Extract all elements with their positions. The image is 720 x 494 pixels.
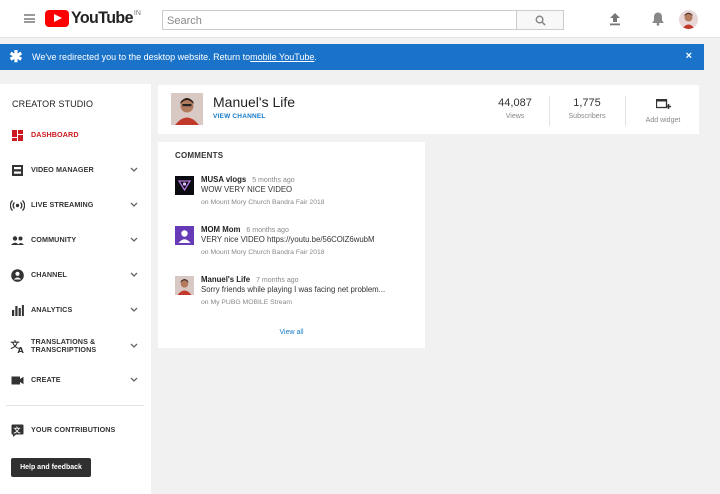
add-widget-icon (655, 98, 671, 109)
svg-text:A: A (18, 346, 25, 354)
comment-video-link[interactable]: on Mount Mory Church Bandra Fair 2018 (201, 199, 325, 206)
comment-author-line: MOM Mom 6 months ago (201, 225, 289, 234)
comment-item: MUSA vlogs 5 months ago WOW VERY NICE VID… (175, 175, 415, 215)
chevron-down-icon (130, 377, 138, 382)
sidebar-item-create[interactable]: CREATE (0, 370, 151, 390)
comment-item: MOM Mom 6 months ago VERY nice VIDEO http… (175, 225, 415, 265)
help-and-feedback-button[interactable]: Help and feedback (11, 458, 91, 477)
contributions-icon: 文 (11, 424, 24, 437)
logo-text: YouTube (71, 9, 133, 28)
sidebar: CREATOR STUDIO DASHBOARD VIDEO MANAGER L… (0, 84, 151, 494)
view-channel-link[interactable]: VIEW CHANNEL (213, 113, 266, 120)
hamburger-menu-icon[interactable] (24, 14, 35, 23)
add-widget-label: Add widget (645, 117, 681, 124)
youtube-play-icon (45, 10, 69, 27)
chevron-down-icon (130, 343, 138, 348)
add-widget-button[interactable]: Add widget (634, 97, 692, 124)
sidebar-item-video-manager[interactable]: VIDEO MANAGER (0, 160, 151, 180)
sidebar-item-contributions[interactable]: 文 YOUR CONTRIBUTIONS (0, 420, 151, 440)
upload-icon[interactable] (608, 12, 622, 26)
comment-text: VERY nice VIDEO https://youtu.be/56COlZ6… (201, 235, 375, 244)
sidebar-item-label: CHANNEL (31, 269, 67, 279)
comment-video-link[interactable]: on My PUBG MOBILE Stream (201, 299, 292, 306)
subscribers-count: 1,775 (573, 97, 601, 109)
comment-time: 5 months ago (252, 177, 295, 184)
sidebar-item-dashboard[interactable]: DASHBOARD (0, 125, 151, 145)
channel-name: Manuel's Life (213, 94, 296, 110)
view-all-comments-link[interactable]: View all (158, 329, 425, 336)
commenter-avatar[interactable] (175, 276, 194, 295)
chevron-down-icon (130, 272, 138, 277)
analytics-icon (12, 304, 24, 316)
comment-author[interactable]: MUSA vlogs (201, 175, 246, 184)
notifications-bell-icon[interactable] (651, 11, 665, 26)
community-icon (11, 235, 24, 245)
comment-text: Sorry friends while playing I was facing… (201, 285, 386, 294)
comment-time: 6 months ago (246, 227, 289, 234)
subscribers-stat: 1,775 Subscribers (561, 97, 613, 120)
live-streaming-icon (10, 199, 25, 211)
sidebar-item-translations[interactable]: 文A TRANSLATIONS & TRANSCRIPTIONS (0, 335, 151, 357)
comments-title: COMMENTS (175, 151, 224, 160)
youtube-logo[interactable]: YouTube IN (45, 10, 141, 28)
subscribers-label: Subscribers (568, 113, 606, 120)
comment-author-line: Manuel's Life 7 months ago (201, 275, 299, 284)
dashboard-icon (12, 129, 23, 141)
stat-divider (549, 96, 550, 126)
comment-item: Manuel's Life 7 months ago Sorry friends … (175, 275, 415, 315)
banner-close-icon[interactable]: × (686, 50, 692, 62)
sidebar-item-channel[interactable]: CHANNEL (0, 265, 151, 285)
sidebar-item-label: LIVE STREAMING (31, 199, 94, 209)
sidebar-item-label: YOUR CONTRIBUTIONS (31, 424, 116, 434)
stat-divider (625, 96, 626, 126)
chevron-down-icon (130, 237, 138, 242)
sidebar-item-live-streaming[interactable]: LIVE STREAMING (0, 195, 151, 215)
comment-author[interactable]: Manuel's Life (201, 275, 250, 284)
account-avatar[interactable] (679, 10, 698, 29)
banner-period: . (314, 52, 317, 62)
video-manager-icon (12, 164, 23, 176)
sidebar-item-analytics[interactable]: ANALYTICS (0, 300, 151, 320)
views-label: Views (505, 113, 525, 120)
commenter-avatar[interactable] (175, 176, 194, 195)
top-bar: YouTube IN (0, 0, 720, 38)
chevron-down-icon (130, 202, 138, 207)
comment-author-line: MUSA vlogs 5 months ago (201, 175, 295, 184)
search-icon (535, 15, 546, 26)
views-stat: 44,087 Views (491, 97, 539, 120)
sidebar-item-community[interactable]: COMMUNITY (0, 230, 151, 250)
search-box (162, 10, 517, 30)
channel-icon (11, 268, 24, 282)
comment-video-link[interactable]: on Mount Mory Church Bandra Fair 2018 (201, 249, 325, 256)
channel-header: Manuel's Life VIEW CHANNEL 44,087 Views … (158, 85, 699, 134)
creator-studio-title: CREATOR STUDIO (12, 99, 94, 109)
banner-message: We've redirected you to the desktop webs… (32, 52, 251, 62)
svg-text:文: 文 (14, 425, 22, 434)
sidebar-item-label: VIDEO MANAGER (31, 164, 94, 174)
chevron-down-icon (130, 167, 138, 172)
comment-time: 7 months ago (256, 277, 299, 284)
comments-card: COMMENTS MUSA vlogs 5 months ago WOW VERY… (158, 142, 425, 348)
redirect-banner: ✱ We've redirected you to the desktop we… (0, 44, 704, 70)
sidebar-item-label: CREATE (31, 374, 61, 384)
mobile-youtube-link[interactable]: mobile YouTube (250, 52, 314, 62)
comment-text: WOW VERY NICE VIDEO (201, 185, 293, 194)
sidebar-item-label: COMMUNITY (31, 234, 77, 244)
sidebar-divider (6, 405, 144, 406)
search-button[interactable] (517, 10, 564, 30)
comment-author[interactable]: MOM Mom (201, 225, 240, 234)
views-count: 44,087 (498, 97, 532, 109)
create-icon (11, 376, 24, 384)
translate-icon: 文A (10, 339, 25, 354)
country-code: IN (133, 10, 141, 17)
sidebar-item-label: TRANSLATIONS & TRANSCRIPTIONS (31, 336, 97, 354)
chevron-down-icon (130, 307, 138, 312)
sidebar-item-label: ANALYTICS (31, 304, 73, 314)
commenter-avatar[interactable] (175, 226, 194, 245)
star-icon: ✱ (9, 49, 23, 66)
channel-avatar[interactable] (171, 93, 203, 125)
sidebar-item-label: DASHBOARD (31, 129, 79, 139)
search-input[interactable] (163, 12, 516, 30)
